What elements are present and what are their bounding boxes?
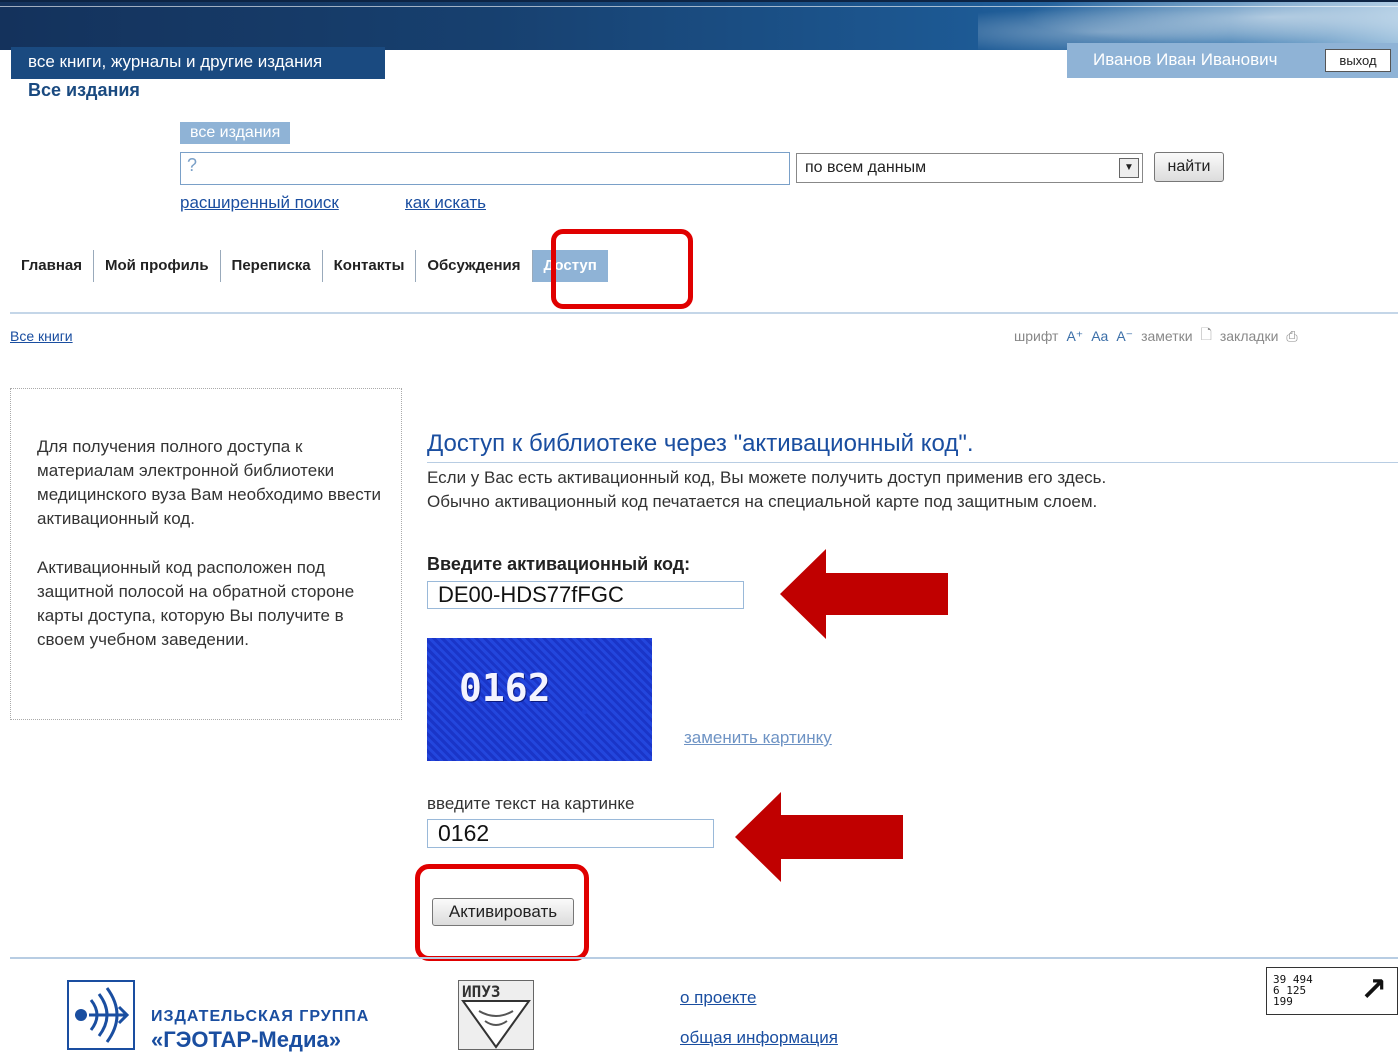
notes-label[interactable]: заметки: [1141, 328, 1193, 344]
tab-profile[interactable]: Мой профиль: [94, 250, 221, 282]
footer-divider: [10, 957, 1398, 959]
printer-icon[interactable]: ⎙: [1286, 328, 1297, 345]
main-nav: Главная Мой профиль Переписка Контакты О…: [10, 250, 608, 282]
signal-icon: [75, 987, 130, 1043]
page-heading: Все издания: [28, 80, 140, 100]
arrow-left-icon: [735, 792, 903, 882]
font-decrease-icon[interactable]: A⁻: [1116, 328, 1133, 345]
font-increase-icon[interactable]: A⁺: [1066, 328, 1083, 345]
description-line-2: Обычно активационный код печатается на с…: [427, 492, 1098, 511]
search-input[interactable]: ?: [180, 152, 790, 185]
find-button[interactable]: найти: [1154, 152, 1224, 182]
chevron-down-icon[interactable]: ▼: [1119, 158, 1139, 178]
tab-home[interactable]: Главная: [10, 250, 95, 282]
search-field-select-value: по всем данным: [805, 159, 927, 176]
tab-contacts[interactable]: Контакты: [322, 250, 417, 282]
tab-messages[interactable]: Переписка: [220, 250, 323, 282]
replace-captcha-link[interactable]: заменить картинку: [684, 728, 832, 748]
captcha-text: 0162: [459, 666, 551, 710]
geotar-logo[interactable]: [67, 980, 135, 1050]
title-divider: [427, 462, 1398, 463]
advanced-search-link[interactable]: расширенный поиск: [180, 193, 339, 213]
captcha-input[interactable]: 0162: [427, 819, 714, 848]
how-to-search-link[interactable]: как искать: [405, 193, 486, 213]
user-name[interactable]: Иванов Иван Иванович: [1093, 50, 1277, 70]
font-reset-icon[interactable]: Aa: [1091, 328, 1108, 344]
tab-discussions[interactable]: Обсуждения: [416, 250, 533, 282]
visit-counter[interactable]: 39 494 6 125 199 ↗: [1266, 967, 1398, 1015]
logout-button[interactable]: выход: [1325, 49, 1391, 72]
info-paragraph-2: Активационный код расположен под защитно…: [37, 558, 355, 649]
counter-values: 39 494 6 125 199: [1273, 973, 1313, 1008]
shield-icon: [461, 1000, 531, 1049]
page-icon[interactable]: 🗋: [1201, 324, 1212, 348]
nav-divider: [10, 312, 1398, 314]
activation-code-label: Введите активационный код:: [427, 554, 691, 574]
general-info-link[interactable]: общая информация: [680, 1028, 838, 1048]
form-description: Если у Вас есть активационный код, Вы мо…: [427, 466, 1106, 514]
form-title: Доступ к библиотеке через "активационный…: [427, 430, 974, 457]
info-paragraph-1: Для получения полного доступа к материал…: [37, 437, 381, 528]
header-divider: [0, 6, 1398, 7]
activation-code-input[interactable]: DE00-HDS77fFGC: [427, 581, 744, 609]
arrow-left-icon: [780, 549, 948, 639]
search-field-select[interactable]: по всем данным ▼: [796, 153, 1143, 183]
publisher-name-line-2: «ГЭОТАР-Медиа»: [151, 1027, 341, 1052]
captcha-input-label: введите текст на картинке: [427, 794, 635, 813]
bookmarks-label[interactable]: закладки: [1220, 328, 1279, 344]
font-label: шрифт: [1014, 328, 1059, 344]
search-scope-label: все издания: [180, 122, 291, 144]
arrow-up-right-icon: ↗: [1360, 971, 1387, 1007]
reader-tools: шрифт A⁺ Aa A⁻ заметки 🗋 закладки ⎙: [1014, 324, 1298, 348]
highlight-activate-button: [415, 864, 589, 961]
publisher-name-line-1: ИЗДАТЕЛЬСКАЯ ГРУППА: [151, 1008, 370, 1025]
highlight-access-tab: [551, 229, 693, 309]
ipuz-logo[interactable]: ИПУЗ: [458, 980, 534, 1050]
description-line-1: Если у Вас есть активационный код, Вы мо…: [427, 468, 1107, 487]
about-link[interactable]: о проекте: [680, 988, 756, 1008]
breadcrumb-all-books[interactable]: Все книги: [10, 328, 73, 344]
captcha-image: 0162: [427, 638, 652, 761]
section-tab[interactable]: все книги, журналы и другие издания: [11, 47, 385, 79]
